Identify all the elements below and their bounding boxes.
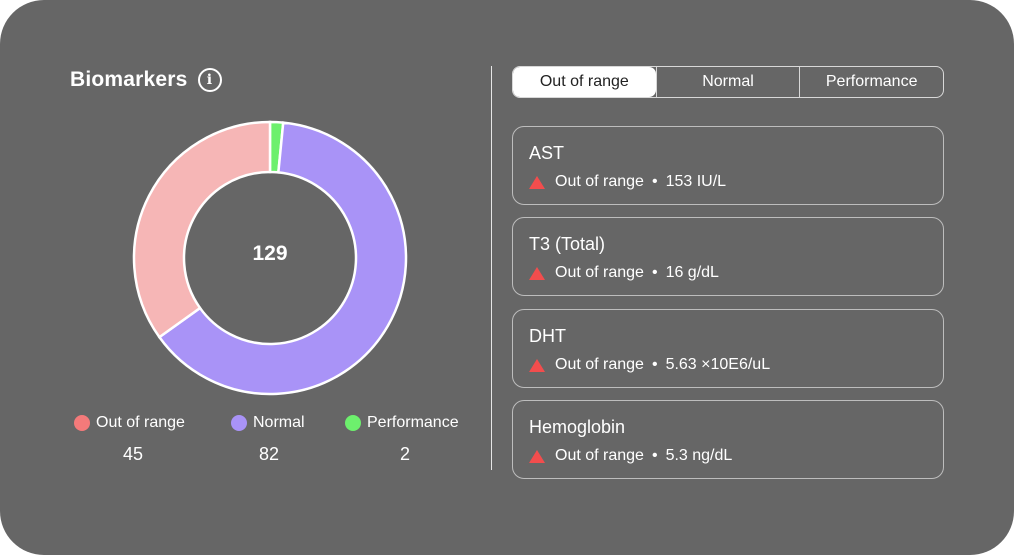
status-label: Out of range (555, 173, 644, 190)
biomarker-card-dht[interactable]: DHT Out of range • 5.63 ×10E6/uL (512, 309, 944, 388)
bullet-separator: • (651, 447, 658, 464)
biomarker-card-t3-total[interactable]: T3 (Total) Out of range • 16 g/dL (512, 217, 944, 296)
legend-value-normal: 82 (258, 444, 280, 464)
performance-dot-icon (345, 415, 361, 431)
biomarker-status: Out of range • 5.63 ×10E6/uL (529, 356, 770, 374)
biomarker-value: 16 g/dL (665, 264, 719, 281)
warning-triangle-icon (529, 449, 545, 463)
vertical-divider (491, 66, 492, 470)
biomarker-value: 5.3 ng/dL (665, 447, 733, 464)
biomarker-card-ast[interactable]: AST Out of range • 153 IU/L (512, 126, 944, 205)
biomarker-name: Hemoglobin (529, 417, 626, 437)
total-count: 129 (252, 242, 288, 265)
legend-out-of-range: Out of range (74, 414, 185, 432)
biomarker-status: Out of range • 5.3 ng/dL (529, 447, 732, 465)
normal-dot-icon (231, 415, 247, 431)
biomarker-name: DHT (529, 326, 566, 346)
biomarker-value: 5.63 ×10E6/uL (665, 356, 771, 373)
filter-tabs: Out of range Normal Performance (512, 66, 944, 98)
legend-value-performance: 2 (399, 444, 410, 464)
status-label: Out of range (555, 356, 644, 373)
biomarkers-card: Biomarkers i 129 Out of range 45 Normal … (0, 0, 1014, 555)
status-label: Out of range (555, 447, 644, 464)
legend-performance: Performance (345, 414, 459, 432)
warning-triangle-icon (529, 358, 545, 372)
legend-label: Normal (253, 414, 305, 431)
info-icon[interactable]: i (197, 68, 222, 92)
legend-label: Out of range (96, 414, 185, 431)
bullet-separator: • (651, 356, 658, 373)
tab-normal[interactable]: Normal (655, 67, 800, 97)
biomarker-name: AST (529, 143, 565, 163)
biomarker-value: 153 IU/L (665, 173, 727, 190)
legend-value-out-of-range: 45 (122, 444, 144, 464)
bullet-separator: • (651, 264, 658, 281)
bullet-separator: • (651, 173, 658, 190)
biomarkers-header: Biomarkers i (70, 68, 222, 92)
status-label: Out of range (555, 264, 644, 281)
biomarker-card-hemoglobin[interactable]: Hemoglobin Out of range • 5.3 ng/dL (512, 400, 944, 479)
legend-label: Performance (367, 414, 459, 431)
page-title: Biomarkers (70, 68, 188, 91)
warning-triangle-icon (529, 175, 545, 189)
biomarker-status: Out of range • 16 g/dL (529, 264, 719, 282)
biomarker-name: T3 (Total) (529, 234, 606, 254)
tab-performance[interactable]: Performance (799, 67, 943, 97)
tab-out-of-range[interactable]: Out of range (513, 67, 656, 97)
biomarker-status: Out of range • 153 IU/L (529, 173, 726, 191)
donut-slice-out-of-range[interactable] (132, 120, 272, 339)
legend-normal: Normal (231, 414, 305, 432)
out-of-range-dot-icon (74, 415, 90, 431)
warning-triangle-icon (529, 266, 545, 280)
